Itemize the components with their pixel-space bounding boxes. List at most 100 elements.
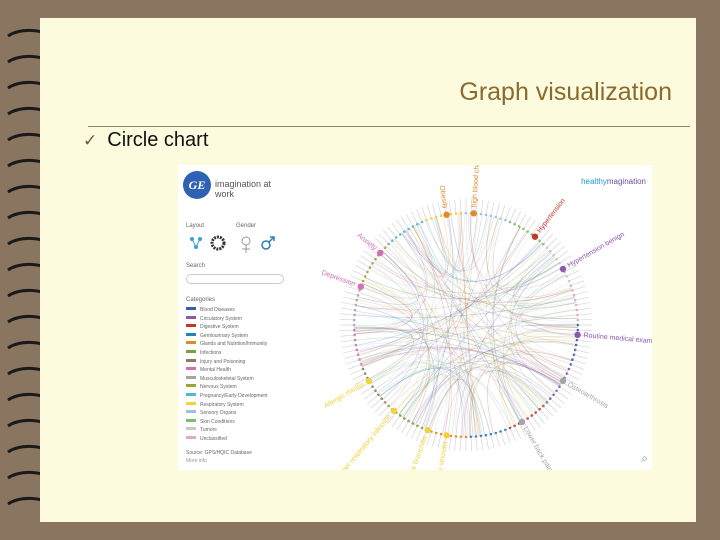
category-item[interactable]: Digestive System — [186, 324, 239, 331]
node-label-stub — [514, 211, 521, 225]
node-label-stub — [523, 216, 531, 230]
ring-node[interactable] — [425, 218, 428, 222]
node-label-stub — [546, 402, 558, 413]
circle-chart[interactable]: high blood cholesterol HypertensionHypert… — [290, 165, 652, 470]
category-label: Tumors — [200, 427, 217, 434]
node-label-stub — [490, 434, 495, 448]
highlight-node[interactable] — [377, 249, 384, 257]
highlight-node[interactable] — [443, 211, 450, 218]
node-label-stub — [553, 246, 565, 256]
category-item[interactable]: Glands and Nutrition/Immunity — [186, 341, 267, 348]
ring-node[interactable] — [368, 266, 372, 269]
node-label: Anxiety — [356, 232, 378, 252]
category-item[interactable]: Skin Conditions — [186, 418, 235, 426]
category-item[interactable]: Nervous System — [186, 384, 237, 391]
category-swatch — [186, 341, 196, 345]
network-layout-icon[interactable] — [190, 237, 202, 249]
ring-node[interactable] — [411, 225, 415, 228]
category-label: Mental Health — [200, 367, 231, 374]
node-label-stub — [347, 364, 362, 370]
bullet-text: Circle chart — [107, 129, 209, 151]
chord-link — [393, 215, 449, 278]
category-item[interactable]: Sensory Organs — [186, 410, 236, 417]
category-item[interactable]: Unclassified — [186, 436, 227, 443]
category-item[interactable]: Pregnancy/Early Development — [186, 393, 268, 400]
node-label-stub — [573, 354, 588, 359]
node-label-stub — [543, 405, 554, 417]
circle-layout-icon[interactable] — [210, 235, 226, 251]
node-label-stub — [340, 334, 355, 337]
node-label-stub — [349, 368, 364, 375]
highlight-node[interactable] — [365, 377, 373, 385]
category-item[interactable]: Infections — [186, 350, 221, 357]
node-label-stub — [460, 436, 462, 451]
node-label-stub — [426, 205, 432, 219]
ring-node[interactable] — [504, 218, 507, 222]
category-label: Pregnancy/Early Development — [200, 393, 268, 399]
node-label-stub — [539, 409, 550, 421]
highlight-node[interactable] — [559, 377, 567, 385]
layout-gender-icons — [190, 235, 275, 253]
category-label: Musculoskeletal System — [200, 375, 254, 382]
node-label-stub — [576, 302, 591, 306]
node-label-stub — [566, 270, 580, 277]
male-icon[interactable] — [261, 236, 275, 250]
category-label: Nervous System — [200, 384, 237, 391]
category-label: Blood Diseases — [200, 307, 235, 313]
category-label: Unclassified — [200, 436, 227, 442]
source-text: Source: GPS/HQIC Database — [186, 450, 252, 456]
category-item[interactable]: Respiratory System — [186, 401, 244, 409]
category-item[interactable]: Musculoskeletal System — [186, 375, 254, 383]
node-label-stub — [576, 339, 591, 343]
ring-node[interactable] — [416, 222, 419, 226]
category-item[interactable]: Injury and Poisoning — [186, 358, 245, 366]
node-label-stub — [343, 349, 357, 354]
node-label-stub — [577, 313, 592, 316]
category-swatch — [186, 332, 196, 336]
highlight-node[interactable] — [518, 418, 526, 426]
node-label-stub — [363, 250, 376, 260]
search-input[interactable] — [186, 274, 284, 284]
bullet-item: ✓ Circle chart — [83, 129, 208, 152]
ring-node[interactable] — [366, 270, 369, 274]
node-label-stub — [344, 291, 359, 296]
category-item[interactable]: Mental Health — [186, 367, 231, 374]
highlight-node[interactable] — [470, 210, 477, 217]
highlight-node[interactable] — [390, 407, 398, 414]
node-label-stub — [343, 296, 357, 301]
more-info-link[interactable]: More info — [186, 458, 207, 464]
magnifier-icon[interactable]: ⌕ — [641, 451, 648, 466]
category-label: Circulatory System — [200, 315, 242, 322]
node-label-stub — [341, 344, 356, 348]
node-label-stub — [527, 219, 536, 232]
node-label-stub — [577, 329, 592, 331]
node-label-stub — [340, 319, 355, 321]
category-swatch — [186, 427, 196, 431]
node-label-stub — [396, 219, 405, 232]
highlight-node[interactable] — [443, 432, 450, 439]
ring-node[interactable] — [407, 419, 410, 423]
category-label: Glands and Nutrition/Immunity — [200, 341, 268, 348]
category-item[interactable]: Tumors — [186, 427, 217, 434]
logo-text: imagination at work — [215, 179, 272, 199]
category-item[interactable]: Blood Diseases — [186, 307, 235, 314]
search-label: Search — [186, 263, 206, 269]
highlight-node[interactable] — [424, 427, 431, 434]
highlight-node[interactable] — [574, 331, 581, 338]
node-label-stub — [535, 412, 545, 424]
node-label: Osteoarthrosis — [566, 381, 609, 410]
node-label-stub — [485, 435, 489, 450]
node-label-stub — [411, 425, 418, 439]
female-icon[interactable] — [241, 236, 251, 253]
node-label: Acute sinusitis — [435, 440, 450, 470]
category-item[interactable]: Genitourinary System — [186, 332, 248, 340]
category-item[interactable]: Circulatory System — [186, 315, 242, 323]
node-label-stub — [576, 307, 591, 311]
category-label: Sensory Organs — [200, 410, 237, 417]
ring-node[interactable] — [517, 225, 521, 228]
ring-node[interactable] — [513, 222, 516, 226]
highlight-node[interactable] — [559, 265, 567, 273]
highlight-node[interactable] — [531, 233, 539, 240]
highlight-node[interactable] — [357, 283, 364, 290]
node-label-stub — [357, 260, 371, 268]
